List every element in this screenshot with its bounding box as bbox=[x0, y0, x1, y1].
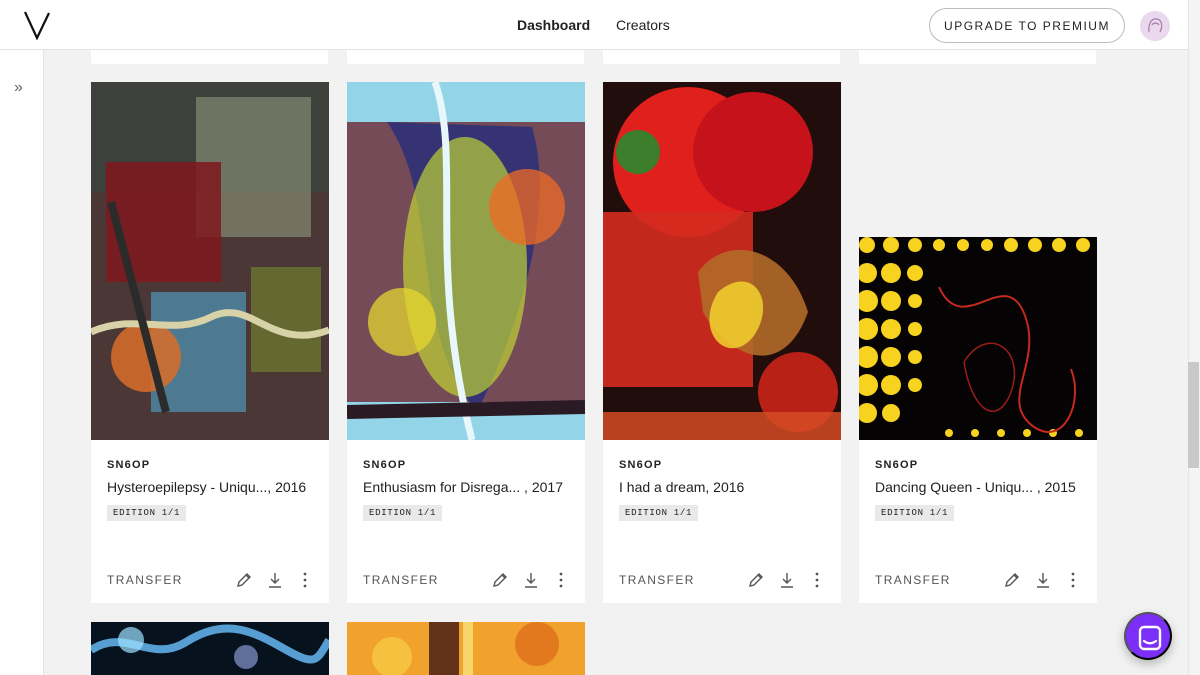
artwork-image-dancing-queen[interactable] bbox=[859, 237, 1097, 440]
download-icon[interactable] bbox=[778, 571, 796, 589]
artwork-card[interactable]: SN6OP Hysteroepilepsy - Uniqu..., 2016 E… bbox=[91, 82, 329, 603]
artist-name[interactable]: SN6OP bbox=[619, 459, 829, 471]
action-icons bbox=[747, 571, 825, 589]
vertical-scrollbar[interactable] bbox=[1188, 0, 1200, 675]
more-vertical-icon[interactable] bbox=[1064, 571, 1082, 589]
previous-card-bottom bbox=[859, 50, 1096, 64]
previous-card-bottom bbox=[347, 50, 584, 64]
artwork-meta: SN6OP Dancing Queen - Uniqu... , 2015 ED… bbox=[875, 459, 1085, 521]
download-icon[interactable] bbox=[1034, 571, 1052, 589]
nav-creators[interactable]: Creators bbox=[616, 17, 670, 33]
artwork-title[interactable]: Dancing Queen - Uniqu... , 2015 bbox=[875, 479, 1085, 495]
edition-badge: EDITION 1/1 bbox=[619, 505, 699, 521]
pencil-icon[interactable] bbox=[235, 571, 253, 589]
upgrade-button[interactable]: UPGRADE TO PREMIUM bbox=[929, 8, 1125, 43]
artist-name[interactable]: SN6OP bbox=[875, 459, 1085, 471]
chat-button[interactable] bbox=[1124, 612, 1172, 660]
artwork-meta: SN6OP Enthusiasm for Disrega... , 2017 E… bbox=[363, 459, 573, 521]
double-chevron-right-icon[interactable]: » bbox=[14, 79, 23, 97]
artwork-title[interactable]: Hysteroepilepsy - Uniqu..., 2016 bbox=[107, 479, 317, 495]
v-logo-icon[interactable] bbox=[22, 10, 52, 40]
artwork-actions: TRANSFER bbox=[619, 571, 825, 589]
avatar[interactable] bbox=[1140, 11, 1170, 41]
download-icon[interactable] bbox=[522, 571, 540, 589]
artwork-image-i-had-a-dream[interactable] bbox=[603, 82, 841, 440]
chat-icon bbox=[1138, 625, 1162, 651]
sidebar: » bbox=[0, 50, 44, 675]
artwork-actions: TRANSFER bbox=[875, 571, 1081, 589]
artwork-actions: TRANSFER bbox=[107, 571, 313, 589]
action-icons bbox=[1003, 571, 1081, 589]
pencil-icon[interactable] bbox=[1003, 571, 1021, 589]
artwork-image-enthusiasm[interactable] bbox=[347, 82, 585, 440]
artwork-card[interactable]: SN6OP Enthusiasm for Disrega... , 2017 E… bbox=[347, 82, 585, 603]
edition-badge: EDITION 1/1 bbox=[875, 505, 955, 521]
transfer-button[interactable]: TRANSFER bbox=[619, 573, 695, 587]
transfer-button[interactable]: TRANSFER bbox=[363, 573, 439, 587]
top-navigation: Dashboard Creators UPGRADE TO PREMIUM bbox=[0, 0, 1188, 50]
artwork-card[interactable]: SN6OP Dancing Queen - Uniqu... , 2015 ED… bbox=[859, 237, 1097, 603]
previous-card-bottom bbox=[603, 50, 840, 64]
transfer-button[interactable]: TRANSFER bbox=[107, 573, 183, 587]
artwork-title[interactable]: I had a dream, 2016 bbox=[619, 479, 829, 495]
artwork-preview[interactable] bbox=[347, 622, 585, 675]
edition-badge: EDITION 1/1 bbox=[107, 505, 187, 521]
scrollbar-thumb[interactable] bbox=[1188, 362, 1199, 468]
transfer-button[interactable]: TRANSFER bbox=[875, 573, 951, 587]
more-vertical-icon[interactable] bbox=[552, 571, 570, 589]
download-icon[interactable] bbox=[266, 571, 284, 589]
edition-badge: EDITION 1/1 bbox=[363, 505, 443, 521]
pencil-icon[interactable] bbox=[491, 571, 509, 589]
artist-name[interactable]: SN6OP bbox=[363, 459, 573, 471]
action-icons bbox=[491, 571, 569, 589]
artwork-actions: TRANSFER bbox=[363, 571, 569, 589]
main-nav: Dashboard Creators bbox=[517, 17, 692, 33]
action-icons bbox=[235, 571, 313, 589]
more-vertical-icon[interactable] bbox=[296, 571, 314, 589]
artwork-preview[interactable] bbox=[91, 622, 329, 675]
more-vertical-icon[interactable] bbox=[808, 571, 826, 589]
pencil-icon[interactable] bbox=[747, 571, 765, 589]
artwork-card[interactable]: SN6OP I had a dream, 2016 EDITION 1/1 TR… bbox=[603, 82, 841, 603]
previous-card-bottom bbox=[91, 50, 328, 64]
artwork-meta: SN6OP I had a dream, 2016 EDITION 1/1 bbox=[619, 459, 829, 521]
artist-name[interactable]: SN6OP bbox=[107, 459, 317, 471]
artwork-image-hysteroepilepsy[interactable] bbox=[91, 82, 329, 440]
artwork-meta: SN6OP Hysteroepilepsy - Uniqu..., 2016 E… bbox=[107, 459, 317, 521]
artwork-title[interactable]: Enthusiasm for Disrega... , 2017 bbox=[363, 479, 573, 495]
nav-dashboard[interactable]: Dashboard bbox=[517, 17, 590, 33]
